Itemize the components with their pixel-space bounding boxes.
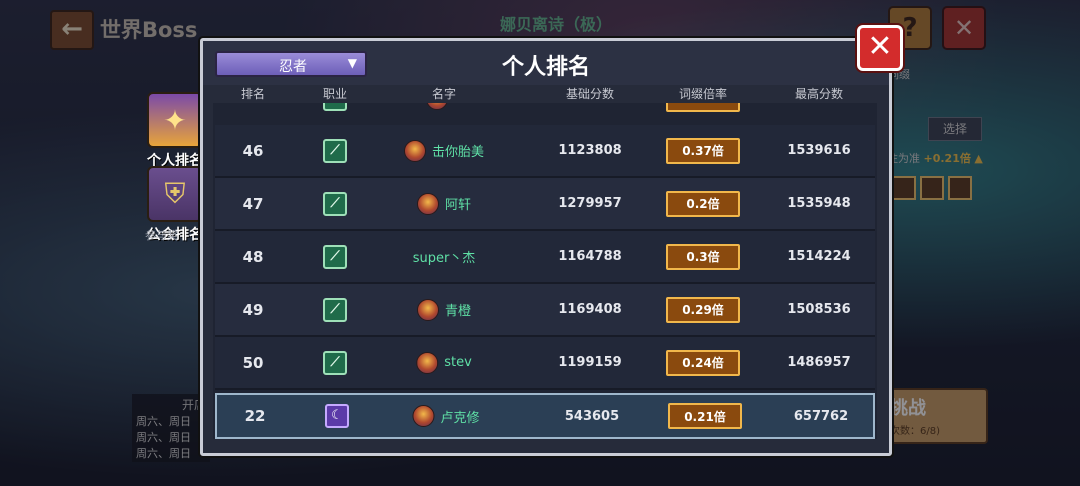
col-name: 名字 <box>431 87 457 101</box>
ninja-icon: ⟋ <box>323 103 347 111</box>
avatar <box>416 192 439 215</box>
table-row[interactable]: 49 ⟋ 青橙 1169408 0.29倍 1508536 <box>215 284 875 337</box>
ranking-list[interactable]: ⟋ 46 ⟋ 击你胎美 1123808 0.37倍 1539616 47 ⟋ 阿… <box>213 103 877 439</box>
col-rank: 排名 <box>240 87 266 101</box>
rank-number: 49 <box>242 300 264 319</box>
player-name: super丶杰 <box>412 251 476 266</box>
avatar <box>416 298 439 321</box>
best-score: 1535948 <box>787 196 851 211</box>
col-base-score: 基础分数 <box>565 87 615 101</box>
col-best-score: 最高分数 <box>794 87 844 101</box>
modal-close-button[interactable]: ✕ <box>857 25 903 71</box>
rank-number: 50 <box>242 353 264 372</box>
rank-number: 22 <box>244 407 266 425</box>
player-name: stev <box>444 355 472 370</box>
best-score: 1486957 <box>787 355 851 370</box>
best-score: 1539616 <box>787 143 851 158</box>
multiplier-badge: 0.29倍 <box>666 296 740 323</box>
base-score: 1164788 <box>558 249 622 264</box>
avatar <box>416 351 439 374</box>
close-icon: ✕ <box>867 29 893 64</box>
rank-number: 46 <box>242 141 264 160</box>
ninja-icon: ⟋ <box>323 191 347 216</box>
base-score: 1169408 <box>558 302 622 317</box>
avatar <box>412 405 435 427</box>
base-score: 1123808 <box>558 143 622 158</box>
avatar <box>403 139 426 162</box>
base-score: 1199159 <box>558 355 622 370</box>
player-name: 卢克修 <box>440 410 480 426</box>
col-job: 职业 <box>322 87 348 101</box>
ninja-icon: ⟋ <box>323 297 347 322</box>
multiplier-badge: 0.24倍 <box>666 349 740 376</box>
base-score: 543605 <box>564 408 620 424</box>
multiplier-badge: 0.2倍 <box>666 190 740 217</box>
player-name: 击你胎美 <box>431 145 485 160</box>
avatar <box>426 103 448 110</box>
multiplier-badge: 0.21倍 <box>668 403 742 429</box>
join-reward-label: 参与奖 <box>145 229 178 242</box>
mage-icon: ☾ <box>325 404 349 428</box>
multiplier-badge <box>666 103 740 112</box>
ninja-icon: ⟋ <box>323 138 347 163</box>
shield-icon: ⛨ <box>147 166 203 222</box>
multiplier-badge: 0.37倍 <box>666 137 740 164</box>
best-score: 1514224 <box>787 249 851 264</box>
rank-number: 48 <box>242 247 264 266</box>
multiplier-badge: 0.3倍 <box>666 243 740 270</box>
player-name: 阿轩 <box>444 198 472 213</box>
my-rank-row[interactable]: 22 ☾ 卢克修 543605 0.21倍 657762 <box>215 393 875 439</box>
modal-header: 忍者 ▼ 个人排名 <box>203 41 889 85</box>
best-score: 657762 <box>793 408 849 424</box>
tab-personal-ranking[interactable]: ✦ 个人排名 <box>144 92 206 170</box>
best-score: 1508536 <box>787 302 851 317</box>
medal-icon: ✦ <box>147 92 203 148</box>
table-row[interactable]: 47 ⟋ 阿轩 1279957 0.2倍 1535948 <box>215 178 875 231</box>
table-row[interactable]: 48 ⟋ super丶杰 1164788 0.3倍 1514224 <box>215 231 875 284</box>
column-headers: 排名 职业 名字 基础分数 词缀倍率 最高分数 <box>213 83 877 103</box>
ranking-modal: 忍者 ▼ 个人排名 ✕ 排名 职业 名字 基础分数 词缀倍率 最高分数 ⟋ 46… <box>200 25 903 456</box>
table-row[interactable]: 46 ⟋ 击你胎美 1123808 0.37倍 1539616 <box>215 125 875 178</box>
ninja-icon: ⟋ <box>323 244 347 269</box>
ninja-icon: ⟋ <box>323 350 347 375</box>
player-name: 青橙 <box>444 304 472 319</box>
table-row: ⟋ <box>215 103 875 124</box>
base-score: 1279957 <box>558 196 622 211</box>
table-row[interactable]: 50 ⟋ stev 1199159 0.24倍 1486957 <box>215 337 875 390</box>
rank-number: 47 <box>242 194 264 213</box>
modal-title: 个人排名 <box>501 55 590 80</box>
col-multiplier: 词缀倍率 <box>678 87 728 101</box>
